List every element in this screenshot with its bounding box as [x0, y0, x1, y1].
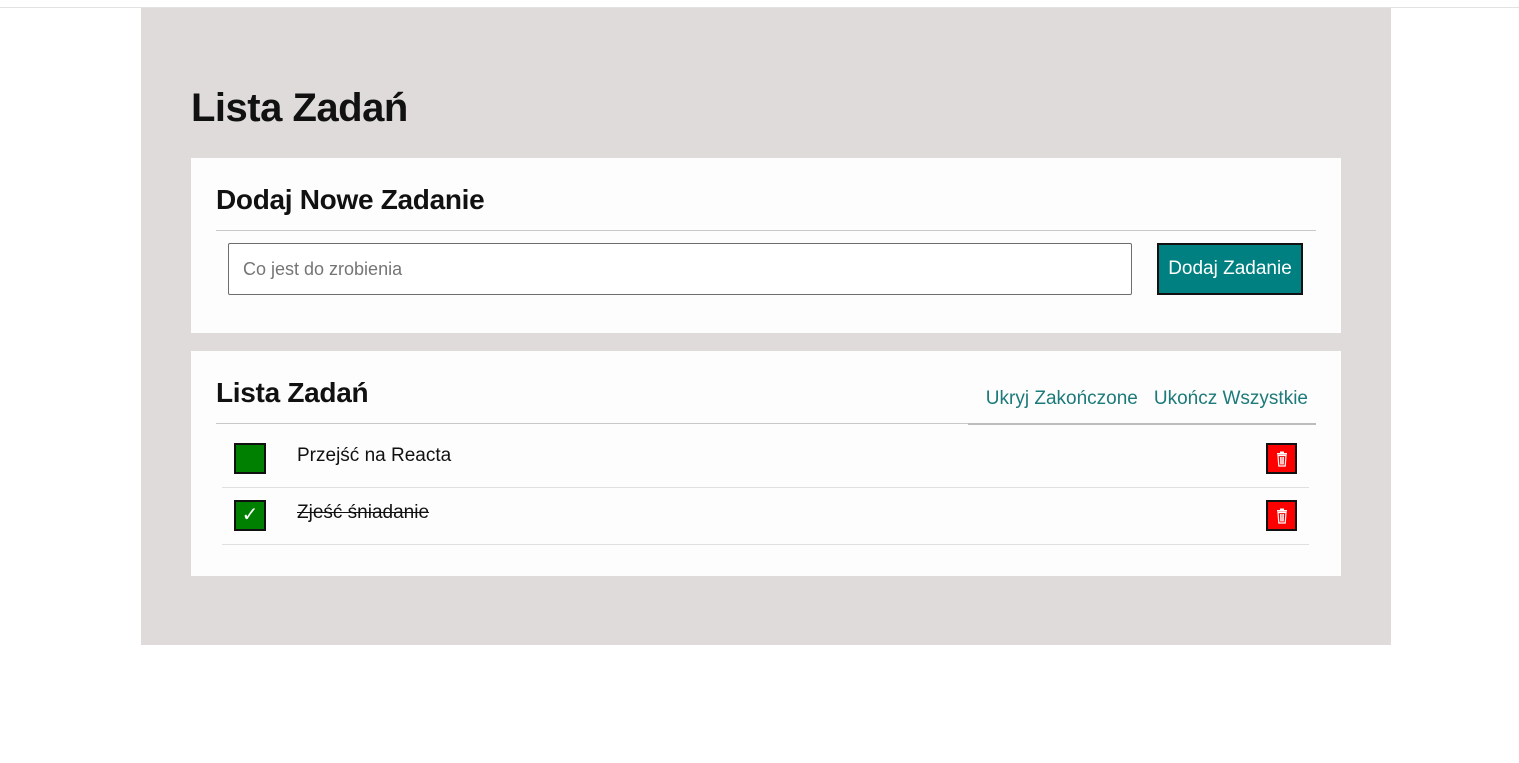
task-list-section: Lista Zadań Ukryj Zakończone Ukończ Wszy… — [191, 351, 1341, 576]
delete-task-button[interactable] — [1266, 500, 1297, 531]
task-input[interactable] — [228, 243, 1132, 295]
add-task-button[interactable]: Dodaj Zadanie — [1157, 243, 1303, 295]
add-task-header: Dodaj Nowe Zadanie — [216, 158, 1316, 231]
list-actions: Ukryj Zakończone Ukończ Wszystkie — [986, 388, 1308, 410]
task-checkbox-checked[interactable]: ✓ — [234, 500, 266, 531]
check-icon: ✓ — [241, 504, 259, 526]
page-title: Lista Zadań — [191, 86, 408, 130]
trash-icon — [1276, 508, 1287, 524]
complete-all-button[interactable]: Ukończ Wszystkie — [1154, 388, 1308, 410]
task-list-title: Lista Zadań — [216, 377, 369, 408]
hide-completed-button[interactable]: Ukryj Zakończone — [986, 388, 1138, 410]
task-checkbox[interactable] — [234, 443, 266, 474]
trash-icon — [1276, 451, 1287, 467]
app-container: Lista Zadań Dodaj Nowe Zadanie Dodaj Zad… — [141, 8, 1391, 645]
header-divider — [216, 423, 968, 424]
add-task-title: Dodaj Nowe Zadanie — [216, 184, 485, 215]
task-list: Przejść na Reacta ✓ Zjeść śniadanie — [222, 431, 1309, 545]
delete-task-button[interactable] — [1266, 443, 1297, 474]
task-item: Przejść na Reacta — [222, 431, 1309, 488]
task-name: Zjeść śniadanie — [297, 502, 430, 523]
task-name: Przejść na Reacta — [297, 445, 452, 466]
add-task-section: Dodaj Nowe Zadanie Dodaj Zadanie — [191, 158, 1341, 333]
actions-divider — [968, 423, 1316, 425]
task-item: ✓ Zjeść śniadanie — [222, 488, 1309, 545]
